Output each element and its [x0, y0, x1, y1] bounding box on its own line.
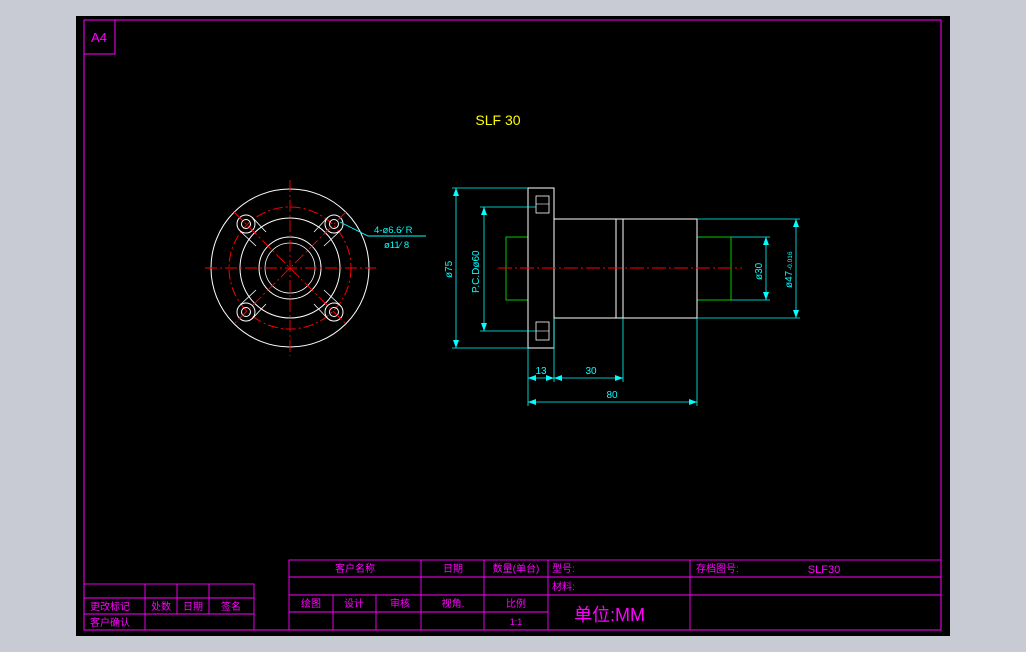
tb-scale-label: 比例 — [506, 597, 526, 610]
tb-quantity: 数量(单台) — [493, 562, 540, 575]
tb-rev-count: 处数 — [151, 600, 171, 613]
tb-rev-sign: 签名 — [221, 600, 241, 613]
dim-flange-thk: 13 — [535, 366, 547, 377]
hole-note-line1: 4-ø6.6∕ R — [374, 225, 413, 236]
drawing-viewport — [76, 16, 950, 636]
tb-rev-mark: 更改标记 — [90, 600, 130, 613]
dim-pcd: P.C.Dø60 — [471, 250, 482, 293]
tb-customer-confirm: 客户确认 — [90, 616, 130, 629]
tb-archive-no: 存档图号: — [696, 562, 739, 575]
tb-scale-value: 1:1 — [510, 617, 523, 627]
tb-unit: 单位:MM — [574, 605, 645, 625]
dim-total-length: 80 — [606, 390, 618, 401]
dim-bore: ø30 — [754, 262, 765, 280]
tb-designed: 设计 — [344, 597, 364, 610]
tb-rev-date: 日期 — [183, 601, 203, 613]
tb-material: 材料: — [552, 580, 575, 593]
hole-note-line2: ø11∕ 8 — [384, 240, 409, 251]
dim-body-od: ø47 — [784, 270, 795, 288]
tb-view: 视角. — [442, 597, 465, 610]
tb-model-no: 型号: — [552, 562, 575, 575]
tb-customer-name: 客户名称 — [335, 562, 375, 575]
cad-drawing: A4 SLF 30 4-ø6.6∕ R ø11∕ 8 ø75 P.C.Dø60 … — [76, 16, 950, 636]
dim-flange-od: ø75 — [444, 260, 455, 278]
dim-step: 30 — [585, 366, 597, 377]
drawing-title: SLF 30 — [475, 112, 520, 128]
tb-drawn: 绘图 — [301, 597, 321, 610]
dim-body-tol: -0.016 — [787, 251, 794, 270]
tb-date: 日期 — [443, 563, 463, 575]
tb-reviewed: 审核 — [390, 597, 410, 610]
sheet-size-label: A4 — [91, 30, 107, 45]
tb-archive-value: SLF30 — [808, 564, 840, 576]
